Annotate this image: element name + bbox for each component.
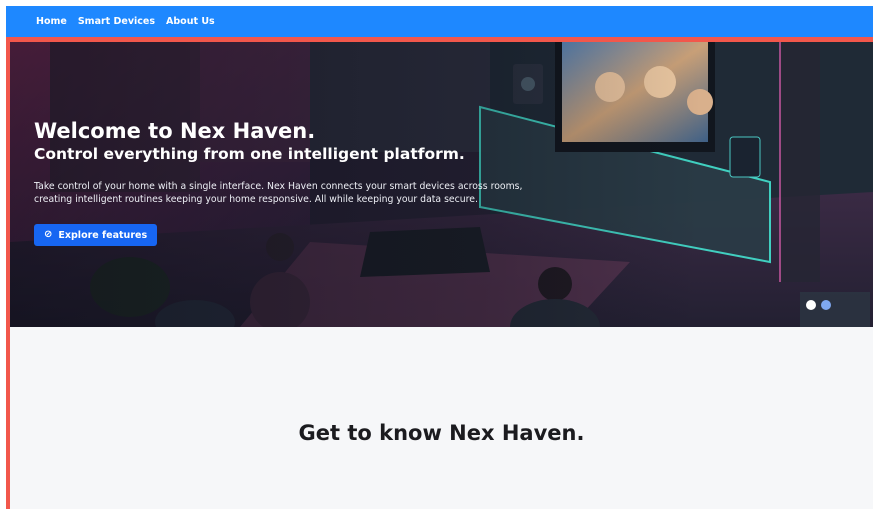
nav-link-smart-devices[interactable]: Smart Devices <box>78 16 155 27</box>
carousel-dot-2[interactable] <box>821 300 831 310</box>
nav-link-home[interactable]: Home <box>36 16 67 27</box>
compass-icon: ⊘ <box>44 229 53 240</box>
carousel-indicators <box>806 300 831 310</box>
hero-carousel: Welcome to Nex Haven. Control everything… <box>10 42 873 327</box>
top-navbar: Home Smart Devices About Us <box>6 6 873 37</box>
carousel-dot-1[interactable] <box>806 300 816 310</box>
hero-title: Welcome to Nex Haven. <box>34 119 316 143</box>
hero-subtitle: Control everything from one intelligent … <box>34 145 465 163</box>
section-title: Get to know Nex Haven. <box>298 421 585 445</box>
hero-description: Take control of your home with a single … <box>34 181 523 205</box>
about-section: Get to know Nex Haven. <box>10 327 873 509</box>
explore-features-button[interactable]: ⊘ Explore features <box>34 224 158 246</box>
explore-features-label: Explore features <box>58 229 148 241</box>
hero-content: Welcome to Nex Haven. Control everything… <box>34 119 594 246</box>
nav-link-about-us[interactable]: About Us <box>166 16 215 27</box>
